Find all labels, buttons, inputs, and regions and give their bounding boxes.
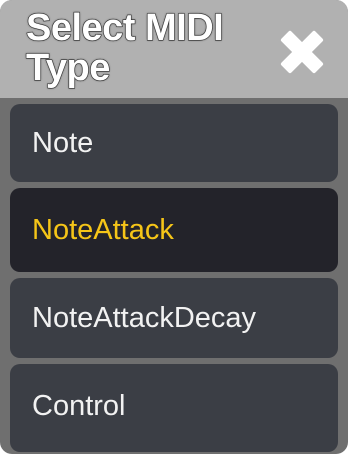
option-label: Control — [32, 390, 126, 422]
close-icon — [280, 30, 324, 74]
option-label: NoteAttack — [32, 214, 174, 246]
close-button[interactable] — [270, 20, 334, 84]
option-note[interactable]: Note — [10, 104, 338, 182]
select-midi-type-dialog: Select MIDI Type Note NoteAttack NoteAtt… — [0, 0, 348, 454]
option-control[interactable]: Control — [10, 364, 338, 452]
midi-type-list: Note NoteAttack NoteAttackDecay Control — [0, 98, 348, 454]
option-label: NoteAttackDecay — [32, 302, 257, 334]
option-label: Note — [32, 127, 94, 159]
dialog-title: Select MIDI Type — [25, 7, 224, 89]
option-noteattackdecay[interactable]: NoteAttackDecay — [10, 278, 338, 358]
option-noteattack[interactable]: NoteAttack — [10, 188, 338, 272]
dialog-header: Select MIDI Type — [0, 0, 348, 98]
